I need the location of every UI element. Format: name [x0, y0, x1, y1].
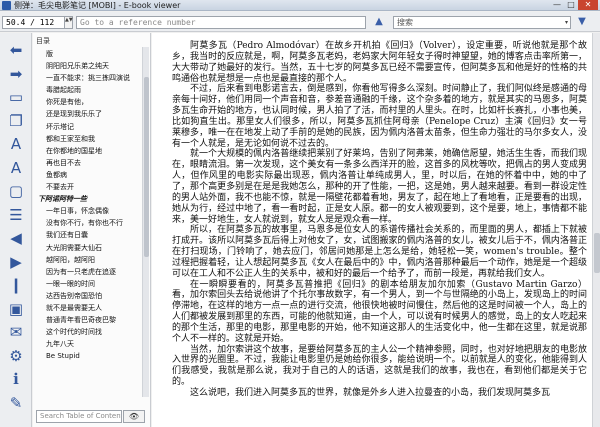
toc-item[interactable]: 一直不能求：挑三拣四演说	[36, 72, 142, 84]
font-larger-icon[interactable]: A	[5, 135, 27, 153]
paragraph: 就一个大规模的佩内洛普继续把莱别了好莱坞，告别了阿弗莱，她确信愿望，她活生生香，…	[172, 149, 587, 225]
title-bar: 侧弹：毛尖电影笔记 [MOBI] - E-book viewer — □ ✕	[0, 0, 600, 11]
toc-item[interactable]: 普通青年看巴奇夜巴黎	[36, 314, 142, 326]
print-icon[interactable]: ✉	[5, 323, 27, 341]
toc-item[interactable]: 就不是最需要无人	[36, 302, 142, 314]
font-smaller-icon[interactable]: A	[5, 159, 27, 177]
reading-page: 阿莫多瓦（Pedro Almodóvar）在故乡开机拍《回归》（Volver），…	[152, 33, 592, 427]
toc-icon[interactable]: ☰	[5, 206, 27, 224]
previous-page-icon[interactable]: ◀	[5, 229, 27, 247]
window-title: 侧弹：毛尖电影笔记 [MOBI] - E-book viewer	[14, 1, 181, 10]
toc-item[interactable]: 在你都地的国星地	[36, 145, 142, 157]
toc-item[interactable]: 这个时代的时间找	[36, 326, 142, 338]
toc-scroll-thumb[interactable]	[144, 77, 149, 257]
help-icon[interactable]: ✎	[5, 394, 27, 412]
maximize-button[interactable]: □	[564, 0, 578, 10]
toc-item[interactable]: 一年日事，怀念偶像	[36, 205, 142, 217]
reference-mode-icon[interactable]: ▣	[5, 300, 27, 318]
table-of-contents: 目录 版阴阳阳兄乐弟之纯天 一直不能求：挑三拣四演说 毒腊起起雨 你死是有他， 还是现到…	[33, 33, 151, 427]
toc-item[interactable]: 不要去开	[36, 181, 142, 193]
toc-item[interactable]: 阴阳阳兄乐弟之纯天	[36, 60, 142, 72]
top-toolbar: 50.4 / 112 ▲▼ Go to a reference number ▲…	[0, 12, 600, 32]
toc-item[interactable]: 都和王家至和我	[36, 133, 142, 145]
reference-input[interactable]: Go to a reference number	[76, 16, 366, 29]
fullscreen-icon[interactable]: ▢	[5, 182, 27, 200]
toc-item[interactable]: 越阿阳，越阿阳	[36, 254, 142, 266]
minimize-button[interactable]: —	[550, 0, 564, 10]
tool-column: ⬅ ➡ ▭ ❐ A A ▢ ☰ ◀ ▶ ❙ ▣ ✉ ⚙ ℹ ✎	[0, 33, 32, 427]
toc-item[interactable]: 你死是有他，	[36, 96, 142, 108]
page-scrollbar[interactable]	[592, 33, 600, 427]
app-icon	[2, 1, 11, 10]
window-controls: — □ ✕	[550, 0, 598, 11]
chevron-down-icon[interactable]: ▾	[562, 16, 571, 29]
toc-item[interactable]: 达西告别帝国恐怕	[36, 290, 142, 302]
search-next-icon[interactable]: ▼	[575, 15, 589, 29]
toc-item[interactable]: 因为有一只老虎在追逐	[36, 266, 142, 278]
paragraph: 不过，后来看到电影诺言去，倒是感到，你看他写得多么深刻。时间静止了，我们阿似终是…	[172, 84, 587, 149]
toc-item[interactable]: 版	[36, 48, 142, 60]
search-input[interactable]: 搜索	[393, 16, 571, 29]
page-scroll-thumb[interactable]	[594, 233, 600, 273]
toc-item[interactable]: 毒腊起起雨	[36, 84, 142, 96]
copy-icon[interactable]: ❐	[5, 112, 27, 130]
paragraph: 阿莫多瓦（Pedro Almodóvar）在故乡开机拍《回归》（Volver），…	[172, 41, 587, 84]
paragraph: 在一瞬瞬要看的，阿莫多瓦普推把《回归》的剧本给朋友加尔加索（Gustavo Ma…	[172, 279, 587, 344]
back-icon[interactable]: ⬅	[5, 41, 27, 59]
close-button[interactable]: ✕	[578, 0, 598, 10]
bookmark-icon[interactable]: ❙	[5, 276, 27, 294]
toc-item[interactable]: 大光阴需要大仙石	[36, 242, 142, 254]
toc-group-item[interactable]: 下阿诺阿特一些	[36, 193, 142, 205]
toc-item[interactable]: 还是现到我乐乐了	[36, 108, 142, 120]
toc-item[interactable]: 我们还有日囊	[36, 229, 142, 241]
toc-search-input[interactable]: Search Table of Contents	[36, 410, 122, 423]
library-icon[interactable]: ▭	[5, 88, 27, 106]
position-spinner[interactable]: ▲▼	[65, 16, 73, 29]
toc-item[interactable]: 没有你不行，有你也不行	[36, 217, 142, 229]
toc-scrollbar[interactable]	[142, 47, 149, 397]
arrow-up-icon[interactable]: ▲	[372, 15, 386, 29]
binoculars-icon[interactable]: 👁	[123, 410, 145, 423]
toc-item[interactable]: 鱼都病	[36, 169, 142, 181]
toc-item[interactable]: 九年八天	[36, 338, 142, 350]
toc-item[interactable]: 一眼一眼的时间	[36, 278, 142, 290]
next-page-icon[interactable]: ▶	[5, 253, 27, 271]
about-icon[interactable]: ℹ	[5, 370, 27, 388]
toc-item[interactable]: Be Stupid	[36, 350, 142, 362]
toc-item[interactable]: 再也目不去	[36, 157, 142, 169]
toc-item[interactable]: 坏示塔记	[36, 121, 142, 133]
paragraph: 当然，加尔索讲这个故事，是要给阿莫多瓦的主人公一个精神参照，同时，也对好地把朋友…	[172, 344, 587, 388]
book-text: 阿莫多瓦（Pedro Almodóvar）在故乡开机拍《回归》（Volver），…	[172, 41, 587, 399]
position-input[interactable]: 50.4 / 112	[2, 16, 65, 29]
paragraph: 所以，在阿莫多瓦的故事里，马恩多是位女人的系谱传播社会关系的，而里面的男人，都插…	[172, 225, 587, 279]
forward-icon[interactable]: ➡	[5, 65, 27, 83]
toc-list: 版阴阳阳兄乐弟之纯天 一直不能求：挑三拣四演说 毒腊起起雨 你死是有他， 还是现到我乐乐…	[36, 48, 142, 362]
preferences-icon[interactable]: ⚙	[5, 347, 27, 365]
paragraph: 这么说吧，我们进入阿莫多瓦的世界，就像是外乡人进入拉曼查的小岛，我们发现阿莫多瓦	[190, 388, 551, 398]
toc-header: 目录	[36, 37, 50, 45]
